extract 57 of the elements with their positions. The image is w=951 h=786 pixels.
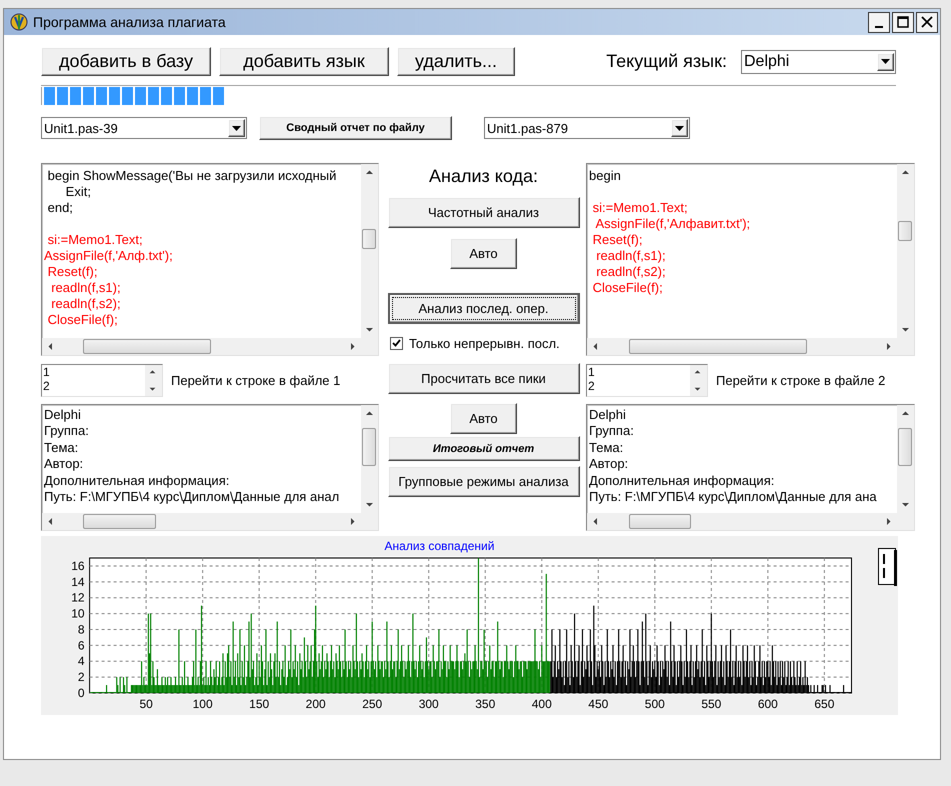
info-line: Путь: F:\МГУПБ\4 курс\Диплом\Данные для ана (589, 489, 878, 506)
chart-title: Анализ совпадений (384, 539, 494, 553)
goto-line-label: Перейти к строке в файле 1 (171, 373, 340, 388)
goto-line-label: Перейти к строке в файле 2 (716, 373, 886, 388)
code-line: readln(f,s2); (50, 296, 122, 312)
info-line: Дополнительная информация: (589, 472, 776, 490)
axis-tick-label: 300 (418, 697, 439, 711)
axis-tick-label: 550 (701, 697, 722, 711)
info-line: Delphi (589, 407, 627, 424)
axis-tick-label: 50 (139, 697, 153, 711)
axis-tick-label: 4 (78, 654, 85, 668)
axis-tick-label: 500 (644, 697, 665, 711)
axis-tick-label: 0 (78, 686, 85, 700)
axis-tick-label: 100 (192, 697, 213, 711)
axis-tick-label: 350 (475, 697, 496, 711)
code-line: end; (46, 200, 74, 216)
info-line: Путь: F:\МГУПБ\4 курс\Диплом\Данные для анал (44, 489, 340, 506)
code-line: AssignFile(f,'Алф.txt'); (44, 248, 174, 264)
info-line: Группа: (589, 423, 635, 440)
code-line: begin ShowMessage('Вы не загрузили исходный (46, 168, 338, 184)
axis-tick-label: 250 (362, 697, 382, 711)
code-line: begin (589, 168, 622, 184)
section-heading: Анализ кода: (429, 166, 538, 188)
axis-tick-label: 14 (71, 574, 85, 589)
axis-tick-label: 2 (78, 670, 85, 684)
code-line: si:=Memo1.Text; (592, 199, 689, 216)
info-line: Группа: (44, 423, 90, 440)
code-line: Reset(f); (46, 264, 98, 280)
axis-tick-label: 8 (78, 622, 85, 636)
axis-tick-label: 6 (78, 638, 85, 652)
axis-tick-label: 16 (71, 558, 85, 573)
axis-tick-label: 600 (758, 697, 778, 711)
info-line: Автор: (44, 456, 84, 473)
code-line: readln(f,s1); (50, 280, 122, 296)
axis-tick-label: 10 (71, 606, 85, 621)
code-line: AssignFile(f,'Алфавит.txt'); (594, 216, 752, 232)
code-line: readln(f,s1); (595, 248, 667, 264)
info-line: Дополнительная информация: (44, 472, 230, 490)
code-line: si:=Memo1.Text; (46, 231, 144, 248)
info-line: Тема: (589, 440, 624, 456)
code-line: CloseFile(f); (592, 280, 664, 296)
code-line: Exit; (64, 184, 92, 200)
code-line: Reset(f); (592, 232, 644, 248)
axis-tick-label: 400 (532, 697, 552, 711)
code-line: CloseFile(f); (46, 312, 119, 328)
info-line: Автор: (589, 456, 630, 473)
axis-tick-label: 450 (588, 697, 608, 711)
axis-tick-label: 200 (306, 697, 326, 711)
axis-tick-label: 12 (71, 590, 85, 605)
info-line: Delphi (44, 407, 82, 424)
window-title: Программа анализа плагиата (33, 14, 227, 30)
language-label: Текущий язык: (606, 51, 727, 72)
checkbox-label: Только непрерывн. посл. (409, 336, 560, 350)
info-line: Тема: (44, 440, 80, 456)
axis-tick-label: 650 (814, 697, 834, 711)
code-line: readln(f,s2); (595, 264, 667, 280)
axis-tick-label: 150 (249, 697, 270, 711)
